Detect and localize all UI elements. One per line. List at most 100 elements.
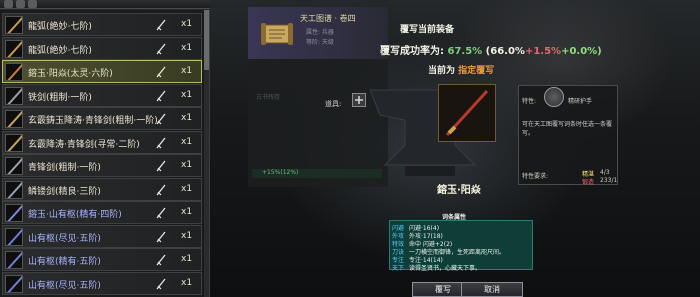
requirement-count: 4/3 (600, 169, 610, 176)
equipment-row[interactable]: 鎔玉·阳焱(太灵·六阶) x1 (2, 60, 202, 83)
item-quantity: x1 (181, 136, 193, 147)
weapon-thumb-icon (5, 86, 23, 105)
item-quantity: x1 (181, 19, 193, 29)
item-name: 鳞镂剑(精良·三阶) (28, 186, 101, 197)
current-value: 指定覆写 (458, 66, 495, 76)
recipe-progress-text: +15%(12%) (252, 169, 382, 178)
sword-icon (445, 89, 489, 137)
equipment-row[interactable]: 玄霰鋳玉降涛·青锋剑(粗制·一阶) x1 (2, 107, 202, 130)
weapon-thumb-icon (5, 227, 23, 246)
scroll-icon (261, 23, 293, 45)
trait-name: 精研护手 (568, 98, 593, 105)
item-quantity: x1 (181, 113, 193, 123)
success-rate: 覆写成功率为: 67.5% (66.0%+1.5%+0.0%) (380, 42, 602, 57)
recipe-bonus: +15%(12%) (262, 169, 299, 176)
equipment-row[interactable]: 山有枢(尽见·五阶) x1 (2, 271, 202, 295)
weapon-thumb-icon (5, 274, 23, 293)
cancel-button[interactable]: 取消 (461, 282, 523, 297)
attribute-value: 读得圣贤书，心藏天下事。 (409, 265, 482, 272)
plus-icon (355, 96, 363, 104)
item-name: 龍弧(絶妙·七阶) (28, 45, 92, 56)
item-quantity: x1 (181, 207, 193, 217)
tool-label: 道具: (325, 100, 342, 108)
rate-value: 67.5% (447, 46, 483, 57)
sword-icon (156, 184, 166, 195)
recipe-title: 天工图谱 · 卷四 (300, 14, 356, 23)
scrollbar-thumb[interactable] (204, 10, 209, 70)
item-quantity: x1 (181, 254, 193, 264)
weapon-thumb-icon (5, 251, 23, 269)
weapon-thumb-icon (5, 110, 23, 128)
sword-icon (156, 66, 166, 78)
item-name: 鎔玉·山有枢(精有·四阶) (28, 210, 122, 220)
current-mode: 当前为 指定覆写 (428, 63, 494, 76)
equipment-row[interactable]: 龍弧(絶妙·七阶) x1 (2, 13, 202, 36)
weapon-thumb-icon (5, 63, 23, 81)
sword-icon (156, 113, 166, 125)
weapon-thumb-icon (5, 180, 23, 199)
equipment-row[interactable]: 青锋剑(粗制·一阶) x1 (2, 154, 202, 177)
toolbar-icon[interactable] (4, 0, 13, 8)
recipe-faded-text: 古书残卷 (256, 94, 281, 101)
trait-icon (544, 87, 564, 107)
sword-icon (156, 137, 166, 148)
requirement-count-2: 233/1 (600, 177, 618, 184)
item-name: 山有枢(精有·五阶) (28, 257, 101, 267)
toolbar-icon[interactable] (28, 0, 37, 8)
item-quantity: x1 (181, 277, 193, 288)
sword-icon (156, 254, 166, 266)
equipment-row[interactable]: 鎔玉·山有枢(精有·四阶) x1 (2, 201, 202, 224)
equipment-row[interactable]: 龍弧(絶妙·七阶) x1 (2, 36, 202, 60)
tool-slot-add[interactable] (352, 93, 366, 107)
sword-icon (156, 278, 166, 289)
rate-bonus-2: +0.0%) (561, 46, 602, 57)
item-name: 玄霰鋳玉降涛·青锋剑(粗制·一阶) (28, 116, 158, 126)
item-quantity: x1 (181, 89, 193, 100)
sword-icon (156, 231, 166, 242)
weapon-thumb-icon (5, 16, 23, 34)
item-name: 青锋剑(粗制·一阶) (28, 163, 101, 173)
weapon-slot[interactable] (438, 84, 496, 142)
item-quantity: x1 (181, 42, 193, 53)
equipment-row[interactable]: 铁剑(粗制·一阶) x1 (2, 83, 202, 107)
forge-title: 覆写当前装备 (400, 25, 455, 35)
weapon-name: 鎔玉·阳焱 (437, 185, 481, 196)
rate-label: 覆写成功率为: (380, 46, 444, 57)
item-quantity: x1 (181, 230, 193, 241)
current-label: 当前为 (428, 66, 456, 76)
item-name: 玄霰降涛·青锋剑(寻常·二阶) (28, 139, 140, 150)
attributes-box: 闪避 闪避·16(4) 外攻 外攻·17(18) 特效 命中 闪避+2(2) 刀诀 一刀横空而… (389, 220, 533, 272)
weapon-thumb-icon (5, 157, 23, 175)
item-quantity: x1 (181, 66, 193, 76)
trait-label: 特性: (522, 98, 537, 105)
list-scrollbar[interactable] (204, 10, 209, 297)
item-quantity: x1 (181, 183, 193, 194)
requirement-value-2: 锻造 (582, 179, 595, 186)
sword-icon (156, 160, 166, 172)
rate-base: (66.0% (485, 46, 525, 57)
item-name: 山有枢(尽见·五阶) (28, 233, 101, 244)
attribute-key: 天下 (392, 265, 405, 272)
equipment-row[interactable]: 山有枢(精有·五阶) x1 (2, 248, 202, 271)
recipe-meta: 等阶: 天级 (306, 39, 334, 46)
attribute-row: 天下 读得圣贤书，心藏天下事。 (392, 263, 481, 272)
rate-bonus-1: +1.5% (524, 46, 562, 57)
item-name: 铁剑(粗制·一阶) (28, 92, 92, 103)
sword-icon (156, 43, 166, 54)
weapon-thumb-icon (5, 133, 23, 152)
equipment-row[interactable]: 鳞镂剑(精良·三阶) x1 (2, 177, 202, 201)
trait-requirement-label: 特性要求: (522, 173, 549, 180)
weapon-thumb-icon (5, 204, 23, 222)
top-toolbar (0, 0, 210, 9)
equipment-row[interactable]: 玄霰降涛·青锋剑(寻常·二阶) x1 (2, 130, 202, 154)
weapon-thumb-icon (5, 39, 23, 58)
sword-icon (156, 90, 166, 101)
item-name: 山有枢(尽见·五阶) (28, 280, 101, 291)
toolbar-icon[interactable] (16, 0, 25, 8)
equipment-row[interactable]: 山有枢(尽见·五阶) x1 (2, 224, 202, 248)
recipe-meta: 属性: 兵器 (306, 29, 334, 36)
equipment-list: 龍弧(絶妙·七阶) x1 龍弧(絶妙·七阶) x1 鎔玉·阳焱(太灵·六阶) x… (0, 10, 210, 297)
sword-icon (156, 19, 166, 31)
item-name: 鎔玉·阳焱(太灵·六阶) (28, 69, 113, 79)
item-quantity: x1 (181, 160, 193, 170)
